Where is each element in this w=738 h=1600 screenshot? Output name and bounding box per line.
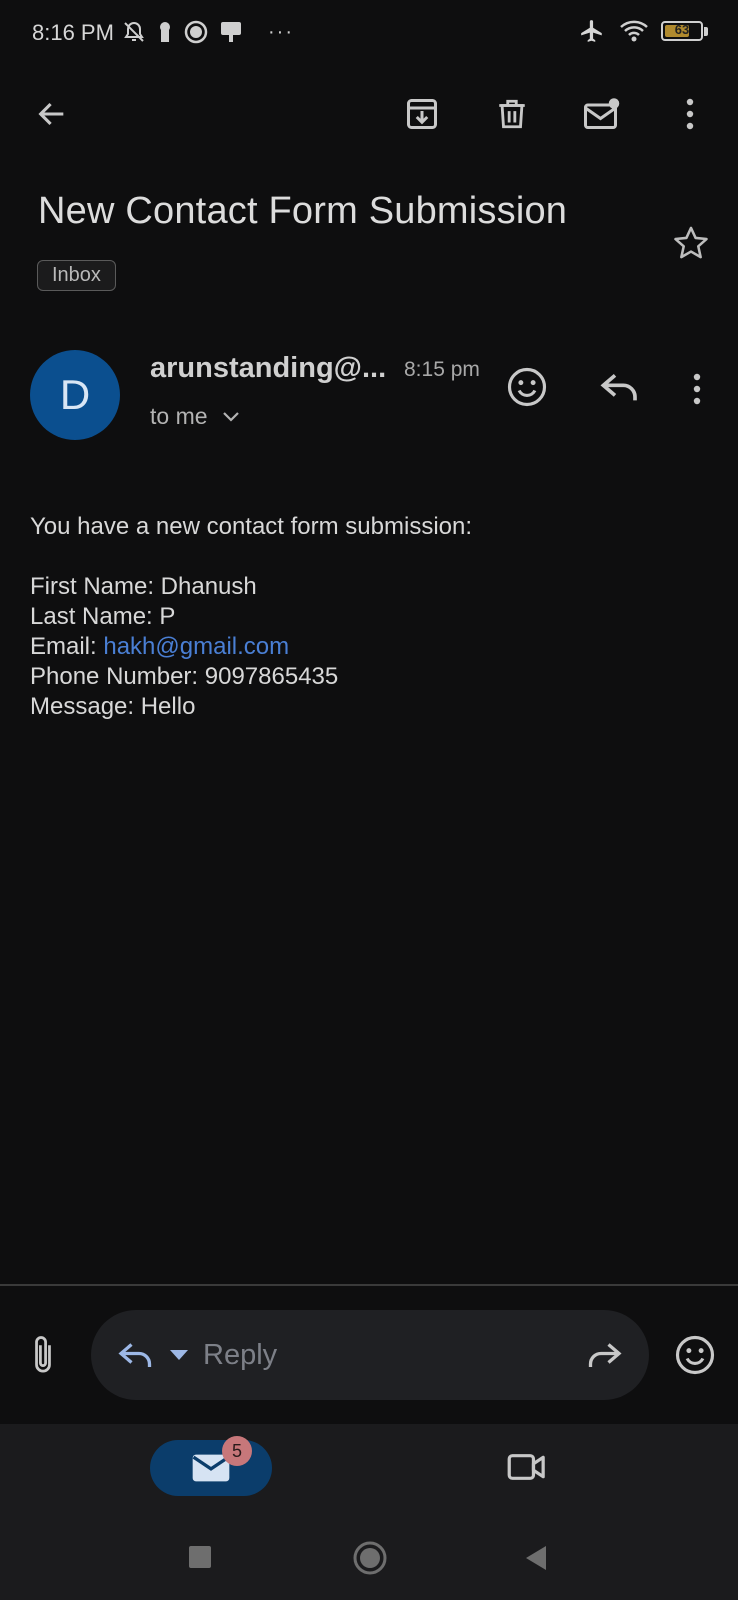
chevron-down-icon [222, 411, 240, 423]
body-phone: Phone Number: 9097865435 [30, 663, 339, 690]
back-system-button[interactable] [524, 1544, 548, 1572]
notification-app-icon [218, 20, 244, 44]
reply-mode-icon[interactable] [117, 1340, 155, 1370]
keyhole-icon [156, 20, 174, 44]
status-time: 8:16 PM [32, 20, 114, 45]
mark-unread-icon [582, 96, 622, 132]
more-vert-icon [685, 97, 695, 131]
star-button[interactable] [672, 224, 710, 262]
reply-bar[interactable]: Reply [91, 1310, 649, 1400]
status-icons-left: ··· [122, 20, 294, 44]
body-last-name: Last Name: P [30, 603, 176, 630]
archive-icon [404, 96, 440, 132]
reply-icon [600, 370, 640, 404]
emoji-icon [506, 366, 548, 408]
recipient-label: to me [150, 403, 208, 429]
email-body: You have a new contact form submission: … [30, 512, 472, 722]
arrow-back-icon [35, 97, 69, 131]
bell-off-icon [122, 20, 146, 44]
wifi-icon [619, 19, 649, 43]
meet-tab[interactable] [506, 1450, 548, 1484]
reply-input[interactable]: Reply [203, 1339, 277, 1372]
email-subject: New Contact Form Submission [38, 190, 568, 232]
sender-name[interactable]: arunstanding@... [150, 352, 386, 385]
forward-icon [588, 1343, 622, 1367]
divider [0, 1284, 738, 1286]
home-button[interactable] [352, 1540, 388, 1576]
square-icon [188, 1545, 212, 1569]
sender-avatar[interactable]: D [30, 350, 120, 440]
airplane-icon [577, 18, 607, 44]
body-message: Message: Hello [30, 693, 196, 720]
recents-button[interactable] [188, 1545, 212, 1569]
body-intro: You have a new contact form submission: [30, 513, 473, 540]
body-email-line: Email: hakh@gmail.com [30, 632, 472, 662]
more-vert-icon [692, 372, 702, 406]
message-more-button[interactable] [692, 372, 702, 406]
email-time: 8:15 pm [404, 358, 480, 381]
forward-button[interactable] [585, 1340, 623, 1370]
inbox-label[interactable]: Inbox [37, 260, 116, 291]
battery-icon: 63 [661, 21, 708, 41]
body-first-name: First Name: Dhanush [30, 573, 257, 600]
recipient-details-toggle[interactable]: to me [150, 403, 240, 430]
triangle-back-icon [524, 1544, 548, 1572]
back-button[interactable] [28, 90, 76, 138]
trash-icon [495, 96, 529, 132]
mark-unread-button[interactable] [578, 90, 626, 138]
paperclip-icon [28, 1334, 58, 1376]
caret-down-icon[interactable] [169, 1349, 189, 1361]
archive-button[interactable] [398, 90, 446, 138]
body-email-label: Email: [30, 633, 104, 660]
battery-level: 63 [674, 22, 690, 37]
emoji-reaction-button[interactable] [674, 1334, 716, 1376]
mail-tab[interactable] [150, 1440, 272, 1496]
record-icon [184, 20, 208, 44]
star-icon [672, 224, 710, 262]
email-link[interactable]: hakh@gmail.com [103, 633, 289, 660]
more-notifications-icon: ··· [268, 20, 294, 43]
delete-button[interactable] [488, 90, 536, 138]
video-camera-icon [506, 1450, 548, 1484]
reply-button[interactable] [600, 370, 640, 404]
more-options-button[interactable] [666, 90, 714, 138]
attach-button[interactable] [28, 1334, 58, 1376]
emoji-icon [674, 1334, 716, 1376]
circle-icon [352, 1540, 388, 1576]
add-reaction-button[interactable] [506, 366, 548, 408]
status-icons-right: 63 [577, 18, 708, 44]
mail-unread-badge: 5 [222, 1436, 252, 1466]
